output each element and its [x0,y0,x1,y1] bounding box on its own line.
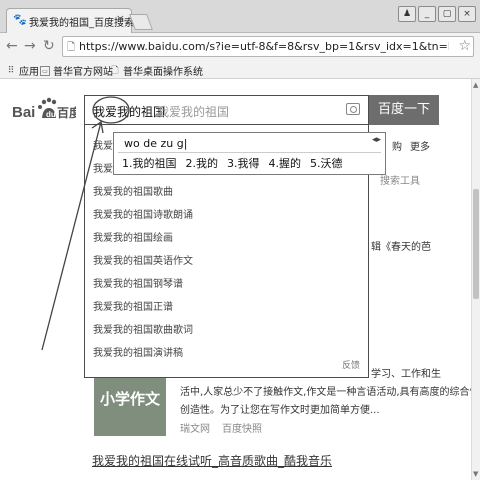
search-query[interactable]: 我爱我的祖国 [93,103,165,120]
ime-candidate[interactable]: 3.我得 [227,155,260,171]
svg-text:Bai: Bai [12,104,35,121]
back-icon[interactable]: ← [6,38,18,54]
result-thumbnail[interactable]: 小学作文 [94,378,166,436]
nav-shop-link[interactable]: 购 [392,138,402,153]
tab-close-icon[interactable]: × [116,12,125,25]
suggestion-item[interactable]: 我爱我的祖国诗歌朗诵 [93,206,193,221]
result-snippet-line3: 创造性。为了让您在写作文时更加简单方便... [180,405,380,416]
suggestion-partial[interactable]: 我爱 [93,137,113,152]
url-text[interactable]: https://www.baidu.com/s?ie=utf-8&f=8&rsv… [79,40,449,53]
result-snippet-line1: 学习、工作和生 [371,369,441,380]
suggestion-item[interactable]: 我爱我的祖国歌曲歌词 [93,321,193,336]
svg-text:du: du [46,110,56,119]
ime-candidate-window: wo de zu g| ◂▸ 1.我的祖国 2.我的 3.我得 4.握的 5.沃… [113,132,386,175]
search-input[interactable]: 我爱我的祖国 我爱我的祖国 [84,95,369,125]
result-title-link[interactable]: 我爱我的祖国在线试听_高音质歌曲_酷我音乐 [92,452,332,469]
bookmarks-bar: ⠿ 应用 ▭ 普华官方网站 🗋 普华桌面操作系统 [0,60,480,79]
ime-pinyin: wo de zu g| [124,137,188,150]
bookmark-star-icon[interactable]: ☆ [458,38,471,54]
thumbnail-text: 小学作文 [100,390,161,408]
page-scrollbar[interactable]: ▲ ▼ [471,79,480,480]
page-info-icon[interactable]: 🗋 [67,40,75,57]
bookmark-label: 普华官方网站 [53,67,113,78]
page-icon: 🗋 [111,65,119,76]
search-hint: 我爱我的祖国 [157,105,230,119]
window-controls: ♟ _ ▢ × [398,6,476,22]
feedback-link[interactable]: 反馈 [342,358,360,371]
nav-more-link[interactable]: 更多 [410,138,430,153]
ime-divider [118,152,381,153]
camera-icon[interactable] [346,103,360,115]
reload-icon[interactable]: ↻ [43,38,55,54]
bookmark-puhua-os[interactable]: 🗋 普华桌面操作系统 [110,63,203,79]
search-tools-link[interactable]: 搜索工具 [380,172,420,187]
ime-candidate[interactable]: 4.握的 [269,155,302,171]
address-bar[interactable]: 🗋 https://www.baidu.com/s?ie=utf-8&f=8&r… [62,36,474,57]
page-icon: ▭ [40,65,50,76]
bookmark-puhua-site[interactable]: ▭ 普华官方网站 [40,63,113,78]
bookmark-label: 应用 [19,67,39,78]
suggestion-item[interactable]: 我爱我的祖国英语作文 [93,252,193,267]
baidu-paw-icon: 🐾 [13,13,27,26]
baidu-logo[interactable]: Bai du 百度 [12,96,76,126]
result-source: 瑞文网 [180,424,210,435]
user-icon[interactable]: ♟ [398,6,416,22]
ime-candidate[interactable]: 1.我的祖国 [122,155,177,171]
bookmark-apps[interactable]: ⠿ 应用 [6,63,39,79]
apps-icon: ⠿ [7,65,15,76]
suggestion-item[interactable]: 我爱我的祖国歌曲 [93,183,173,198]
suggestion-partial[interactable]: 我爱 [93,160,113,175]
ime-candidate[interactable]: 2.我的 [186,155,219,171]
result-snapshot-link[interactable]: 百度快照 [222,420,262,435]
result-snippet-right: 辑《春天的芭 [371,242,431,253]
suggestion-item[interactable]: 我爱我的祖国钢琴谱 [93,275,183,290]
forward-icon[interactable]: → [24,38,36,54]
ime-candidate[interactable]: 5.沃德 [310,155,343,171]
suggestion-item[interactable]: 我爱我的祖国演讲稿 [93,344,183,359]
minimize-button[interactable]: _ [418,6,436,22]
scrollbar-thumb[interactable] [473,189,479,299]
search-button[interactable]: 百度一下 [369,95,439,125]
ime-candidates: 1.我的祖国 2.我的 3.我得 4.握的 5.沃德 [122,155,343,171]
title-bar: 🐾 我爱我的祖国_百度搜索 × ♟ _ ▢ × [0,0,480,33]
browser-tab[interactable]: 🐾 我爱我的祖国_百度搜索 × [6,8,134,33]
ime-page-arrows-icon[interactable]: ◂▸ [372,135,381,145]
result-snippet-line2: 活中,人家总少不了接触作文,作文是一种言语活动,具有高度的综合性和 [180,387,480,398]
scroll-up-icon[interactable]: ▲ [473,81,478,89]
suggestion-item[interactable]: 我爱我的祖国正谱 [93,298,173,313]
maximize-button[interactable]: ▢ [438,6,456,22]
browser-toolbar: ← → ↻ 🗋 https://www.baidu.com/s?ie=utf-8… [0,33,480,60]
suggestion-item[interactable]: 我爱我的祖国绘画 [93,229,173,244]
svg-text:百度: 百度 [57,105,76,120]
close-window-button[interactable]: × [458,6,476,22]
bookmark-label: 普华桌面操作系统 [123,67,203,78]
scroll-down-icon[interactable]: ▼ [473,470,478,478]
